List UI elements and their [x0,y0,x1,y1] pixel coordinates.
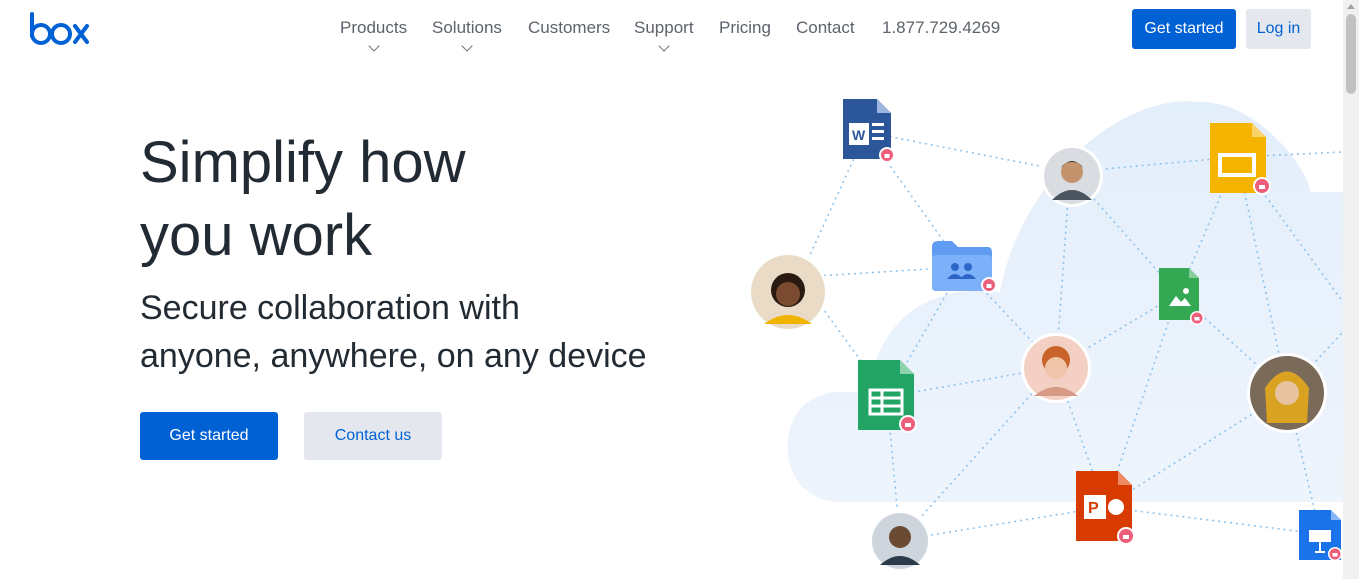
shared-folder-icon [932,241,997,293]
site-header: Products Solutions Customers Support Pri… [0,0,1343,62]
nav-pricing[interactable]: Pricing [719,18,771,38]
box-logo[interactable] [29,12,91,46]
phone-number-link[interactable]: 1.877.729.4269 [882,18,1000,38]
login-button[interactable]: Log in [1246,9,1311,49]
hero-subtitle-line-1: Secure collaboration with [140,289,520,327]
hero-title-line-2: you work [140,203,373,268]
nav-products[interactable]: Products [340,18,408,52]
chevron-down-icon [367,40,380,52]
hero-get-started-button[interactable]: Get started [140,412,278,460]
collaboration-illustration: W P [700,62,1344,579]
avatar [1041,145,1103,207]
scroll-up-arrow-icon[interactable] [1347,4,1355,9]
hero-subtitle-line-2: anyone, anywhere, on any device [140,337,647,375]
avatar [1247,353,1327,433]
svg-text:W: W [852,127,866,143]
nav-products-label: Products [340,18,408,37]
google-slides-icon [1210,123,1271,195]
powerpoint-icon: P [1076,471,1135,545]
word-doc-icon: W [843,99,895,163]
nav-pricing-label: Pricing [719,18,771,37]
avatar [869,510,931,572]
keynote-icon [1299,510,1342,561]
avatar [748,252,828,332]
nav-contact[interactable]: Contact [796,18,855,38]
nav-support[interactable]: Support [634,18,694,52]
chevron-down-icon [658,40,670,52]
contact-us-button[interactable]: Contact us [304,412,442,460]
hero-title-line-1: Simplify how [140,130,466,195]
hero-title: Simplify how you work [140,126,600,272]
google-sheets-icon [858,360,917,433]
nav-solutions[interactable]: Solutions [432,18,502,52]
chevron-down-icon [461,40,473,52]
header-get-started-button[interactable]: Get started [1132,9,1236,49]
nav-support-label: Support [634,18,694,37]
scrollbar-thumb[interactable] [1346,14,1356,94]
hero-subtitle: Secure collaboration with anyone, anywhe… [140,284,700,380]
phone-number: 1.877.729.4269 [882,18,1001,37]
svg-text:P: P [1088,500,1099,517]
nav-customers-label: Customers [528,18,611,37]
image-file-icon [1159,268,1204,325]
nav-customers[interactable]: Customers [528,18,610,38]
nav-solutions-label: Solutions [432,18,502,37]
nav-contact-label: Contact [796,18,855,37]
avatar [1021,333,1091,403]
